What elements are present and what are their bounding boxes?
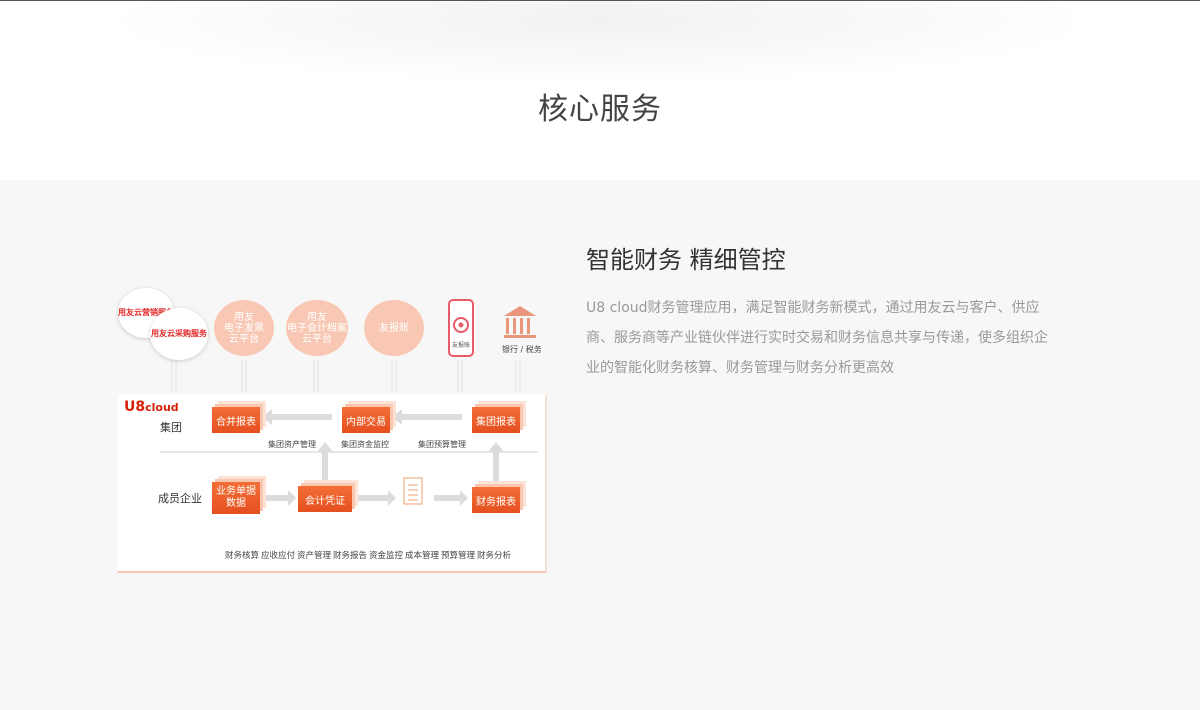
bank-icon xyxy=(504,306,536,338)
archive-cloud: 用友 电子会计档案 云平台 xyxy=(286,300,348,356)
bottom-label-asset: 资产管理 xyxy=(297,551,332,561)
core-service-content: 用友云营销服务 用友云采购服务 用友 电子发票 云平台 用友 电子会计档案 云平… xyxy=(0,180,1200,710)
financial-architecture-diagram: 用友云营销服务 用友云采购服务 用友 电子发票 云平台 用友 电子会计档案 云平… xyxy=(0,180,560,710)
node-accounting-voucher: 会计凭证 xyxy=(298,486,352,512)
node-business-data: 业务单据 数据 xyxy=(212,482,260,514)
row-label-group: 集团 xyxy=(160,421,182,434)
row-label-member: 成员企业 xyxy=(158,492,202,505)
purchase-service-text: 用友云采购服务 xyxy=(151,329,207,338)
feature-description: U8 cloud财务管理应用，满足智能财务新模式，通过用友云与客户、供应商、服务… xyxy=(586,300,1048,376)
section-header: 核心服务 xyxy=(0,0,1200,180)
bottom-label-accounting: 财务核算 xyxy=(225,551,260,561)
bottom-label-budget: 预算管理 xyxy=(441,551,476,561)
invoice-cloud: 用友 电子发票 云平台 xyxy=(214,300,274,356)
node-consolidated-report: 合并报表 xyxy=(212,407,260,433)
sublabel-group-budget: 集团预算管理 xyxy=(418,440,466,449)
sublabel-group-funds: 集团资金监控 xyxy=(341,440,389,449)
bottom-label-receivable: 应收应付 xyxy=(261,551,296,561)
node-group-report: 集团报表 xyxy=(472,407,520,433)
bank-caption: 银行 / 税务 xyxy=(502,345,542,354)
bottom-label-cost: 成本管理 xyxy=(405,551,440,561)
document-icon xyxy=(403,477,423,505)
bottom-label-funds: 资金监控 xyxy=(369,551,404,561)
phone-caption: 友报账 xyxy=(452,342,471,349)
youbaozhang-cloud: 友报账 xyxy=(364,300,424,356)
u8cloud-logo: U8cloud xyxy=(124,399,179,415)
section-title: 核心服务 xyxy=(538,92,662,127)
node-financial-report: 财务报表 xyxy=(472,487,520,513)
bottom-label-financial-report: 财务报告 xyxy=(333,551,368,561)
youbaozhang-cloud-text: 友报账 xyxy=(379,322,409,334)
sublabel-group-asset: 集团资产管理 xyxy=(268,440,316,449)
feature-headline: 智能财务 精细管控 xyxy=(586,246,786,274)
bottom-label-analysis: 财务分析 xyxy=(477,551,512,561)
archive-cloud-text: 用友 电子会计档案 云平台 xyxy=(287,311,347,345)
invoice-cloud-text: 用友 电子发票 云平台 xyxy=(224,311,264,345)
purchase-service-cloud: 用友云采购服务 xyxy=(150,308,208,360)
node-internal-transaction: 内部交易 xyxy=(342,407,390,433)
